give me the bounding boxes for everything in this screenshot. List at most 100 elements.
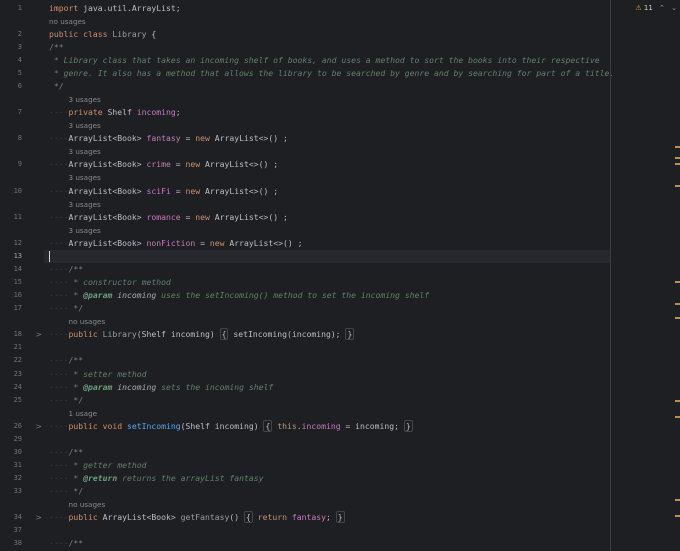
usage-hint-text[interactable]: 3 usages [69, 93, 101, 106]
code-line[interactable]: ····/** [44, 354, 610, 367]
code-line[interactable] [44, 433, 610, 446]
code-line[interactable]: ···· * constructor method [44, 276, 610, 289]
gutter-row[interactable]: 14 [0, 263, 44, 276]
gutter-row[interactable]: 23 [0, 368, 44, 381]
code-line[interactable]: ···· public void setIncoming(Shelf incomi… [44, 419, 610, 433]
gutter-row[interactable] [0, 93, 44, 106]
code-line[interactable]: ····/** [44, 263, 610, 276]
gutter-row[interactable]: 26 > [0, 420, 44, 433]
code-area[interactable]: import java.util.ArrayList; no usages publ… [44, 0, 614, 551]
usage-hint-text[interactable]: 3 usages [69, 198, 101, 211]
usage-hint-text[interactable]: 3 usages [69, 171, 101, 184]
code-line[interactable]: ···· ArrayList<Book> sciFi = new ArrayLis… [44, 185, 610, 198]
usage-count[interactable]: 3 usages [69, 121, 101, 130]
current-line[interactable] [44, 249, 610, 263]
gutter-row[interactable]: 2 [0, 28, 44, 41]
gutter-row[interactable]: 11 [0, 211, 44, 224]
gutter-row[interactable]: 31 [0, 459, 44, 472]
gutter-row[interactable]: 4 [0, 54, 44, 67]
gutter-row[interactable] [0, 315, 44, 328]
usage-hint-row[interactable]: no usages [44, 498, 610, 511]
usage-hint-row[interactable]: 3 usages [44, 119, 610, 132]
gutter-row[interactable] [0, 407, 44, 420]
code-line[interactable]: ···· ArrayList<Book> fantasy = new ArrayL… [44, 132, 610, 145]
warning-stripe-marker[interactable] [675, 416, 680, 418]
code-line[interactable]: ···· ArrayList<Book> crime = new ArrayLis… [44, 158, 610, 171]
code-line[interactable]: ···· public ArrayList<Book> getFantasy() … [44, 511, 610, 524]
usage-count[interactable]: 3 usages [69, 95, 101, 104]
chevron-up-icon[interactable]: ⌃ [659, 4, 665, 12]
gutter-row[interactable]: 7 [0, 106, 44, 119]
gutter-row[interactable]: 37 [0, 524, 44, 537]
gutter-row[interactable]: 25 [0, 394, 44, 407]
code-line[interactable]: ····/** [44, 446, 610, 459]
gutter-row[interactable]: 38 [0, 537, 44, 550]
usage-count[interactable]: 3 usages [69, 147, 101, 156]
usage-hint-text[interactable]: 3 usages [69, 224, 101, 237]
gutter-row[interactable]: 10 [0, 185, 44, 198]
warning-stripe-marker[interactable] [675, 184, 680, 187]
code-line[interactable]: ····/** [44, 537, 610, 550]
usage-count[interactable]: no usages [69, 317, 106, 326]
fold-brace[interactable]: { [243, 511, 253, 524]
warning-stripe-marker[interactable] [675, 515, 680, 518]
code-line[interactable]: ···· * getter method [44, 459, 610, 472]
code-line[interactable] [44, 341, 610, 354]
gutter-row[interactable]: 8 [0, 132, 44, 145]
code-line[interactable]: ···· public Library(Shelf incoming) { set… [44, 328, 610, 341]
gutter-row[interactable]: 33 [0, 485, 44, 498]
usage-hint-text[interactable]: 3 usages [69, 145, 101, 158]
warning-stripe-marker[interactable] [675, 316, 680, 319]
warning-stripe-marker[interactable] [675, 281, 680, 283]
code-editor[interactable]: 1 2 3 4 5 6 7 8 9 10 11 12 13 14 15 16 17 18 >21 22 23 24 25 26… [0, 0, 680, 551]
gutter-row[interactable]: 34 > [0, 511, 44, 524]
warning-stripe-marker[interactable] [675, 146, 680, 148]
gutter-row[interactable]: 15 [0, 276, 44, 289]
gutter-row[interactable]: 30 [0, 446, 44, 459]
code-line[interactable]: ···· */ [44, 302, 610, 315]
gutter-row[interactable]: 1 [0, 2, 44, 15]
warning-stripe-marker[interactable] [675, 157, 680, 159]
usage-count[interactable]: 3 usages [69, 200, 101, 209]
usage-hint-text[interactable]: 1 usage [69, 407, 98, 420]
code-line[interactable]: ···· * @param incoming sets the incoming… [44, 381, 610, 394]
gutter-row[interactable] [0, 498, 44, 511]
editor-scrollbar-rail[interactable]: ⚠ 11 ⌃ ⌄ [610, 0, 680, 551]
usage-hint-text[interactable]: 3 usages [69, 119, 101, 132]
gutter-row[interactable]: 3 [0, 41, 44, 54]
code-line[interactable]: ···· * setter method [44, 368, 610, 381]
warning-stripe-marker[interactable] [675, 399, 680, 402]
fold-chevron-icon[interactable]: > [35, 420, 42, 433]
gutter-row[interactable] [0, 15, 44, 28]
gutter-row[interactable]: 18 > [0, 328, 44, 341]
gutter-row[interactable]: 29 [0, 433, 44, 446]
gutter-row[interactable]: 13 [0, 250, 44, 263]
code-line[interactable]: */ [44, 80, 610, 93]
fold-brace[interactable]: } [403, 419, 413, 432]
fold-chevron-icon[interactable]: > [35, 328, 42, 341]
usage-hint-row[interactable]: no usages [44, 315, 610, 328]
gutter-row[interactable] [0, 171, 44, 184]
warning-stripe-marker[interactable] [675, 303, 680, 306]
code-line[interactable]: ···· */ [44, 394, 610, 407]
code-line[interactable] [44, 524, 610, 537]
fold-chevron-icon[interactable]: > [35, 511, 42, 524]
code-line[interactable]: * genre. It also has a method that allow… [44, 67, 614, 80]
gutter-row[interactable]: 16 [0, 289, 44, 302]
code-line[interactable]: public class Library { [44, 28, 610, 41]
gutter-row[interactable]: 5 [0, 67, 44, 80]
code-line[interactable]: import java.util.ArrayList; [44, 2, 610, 15]
usage-hint-text[interactable]: no usages [49, 15, 86, 28]
usage-count[interactable]: no usages [69, 500, 106, 509]
warning-stripe-marker[interactable] [675, 498, 680, 501]
code-line[interactable]: * Library class that takes an incoming s… [44, 54, 610, 67]
code-line[interactable]: /** [44, 41, 610, 54]
chevron-down-icon[interactable]: ⌄ [671, 4, 677, 12]
inspection-widget[interactable]: ⚠ 11 ⌃ ⌄ [635, 3, 677, 14]
usage-count[interactable]: 1 usage [69, 409, 98, 418]
usage-hint-text[interactable]: no usages [69, 498, 106, 511]
code-line[interactable]: ···· * @param incoming uses the setIncom… [44, 289, 610, 302]
code-line[interactable]: ···· ArrayList<Book> nonFiction = new Arr… [44, 237, 610, 250]
usage-hint-row[interactable]: 3 usages [44, 224, 610, 237]
code-line[interactable]: ···· */ [44, 485, 610, 498]
